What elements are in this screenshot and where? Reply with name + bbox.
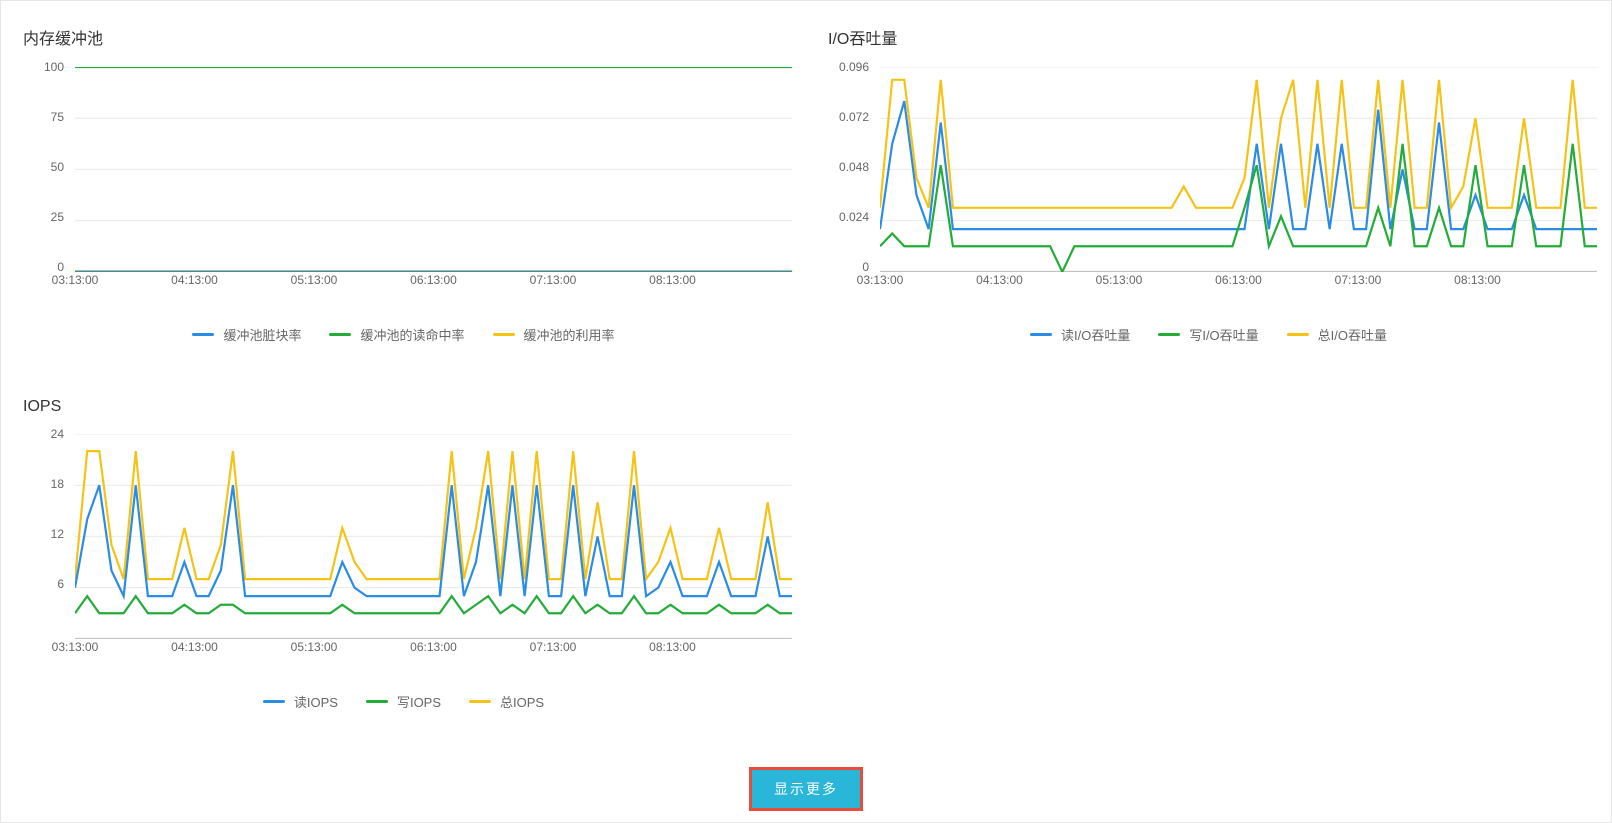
y-tick-label: 0: [862, 260, 869, 274]
series-blue: [880, 101, 1597, 229]
y-tick-label: 24: [51, 427, 64, 441]
legend-swatch-icon: [329, 333, 351, 336]
legend-label: 总IOPS: [500, 692, 544, 711]
show-more-button[interactable]: 显示更多: [752, 770, 860, 808]
legend-item-blue[interactable]: 读I/O吞吐量: [1030, 325, 1130, 344]
x-tick-label: 07:13:00: [530, 640, 577, 654]
panel-title: IOPS: [23, 398, 792, 416]
plot-svg: [75, 434, 792, 639]
x-tick-label: 07:13:00: [530, 273, 577, 287]
legend-item-yellow[interactable]: 缓冲池的利用率: [493, 325, 615, 344]
x-tick-label: 05:13:00: [1096, 273, 1143, 287]
legend: 缓冲池脏块率 缓冲池的读命中率 缓冲池的利用率: [15, 325, 792, 344]
y-tick-label: 18: [51, 477, 64, 491]
panel-title: I/O吞吐量: [828, 25, 1597, 49]
panel-empty: [816, 374, 1601, 711]
y-axis: 6121824: [15, 434, 70, 634]
chart-iops[interactable]: 6121824: [75, 434, 792, 634]
legend-swatch-icon: [1287, 333, 1309, 336]
legend-swatch-icon: [1030, 333, 1052, 336]
x-tick-label: 06:13:00: [1215, 273, 1262, 287]
plot-svg: [75, 67, 792, 272]
legend-swatch-icon: [192, 333, 214, 336]
y-tick-label: 25: [51, 210, 64, 224]
series-yellow: [880, 80, 1597, 208]
x-tick-label: 06:13:00: [410, 273, 457, 287]
legend-label: 缓冲池的利用率: [524, 325, 615, 344]
legend-label: 缓冲池脏块率: [223, 325, 301, 344]
x-axis: 03:13:0004:13:0005:13:0006:13:0007:13:00…: [880, 273, 1597, 295]
legend-item-green[interactable]: 缓冲池的读命中率: [329, 325, 464, 344]
y-tick-label: 0.048: [839, 160, 869, 174]
legend-label: 缓冲池的读命中率: [360, 325, 464, 344]
x-tick-label: 04:13:00: [171, 273, 218, 287]
x-tick-label: 04:13:00: [976, 273, 1023, 287]
y-tick-label: 0.072: [839, 110, 869, 124]
x-axis: 03:13:0004:13:0005:13:0006:13:0007:13:00…: [75, 273, 792, 295]
x-tick-label: 07:13:00: [1335, 273, 1382, 287]
legend-label: 读IOPS: [294, 692, 338, 711]
x-tick-label: 03:13:00: [52, 273, 99, 287]
y-tick-label: 6: [57, 577, 64, 591]
legend-item-yellow[interactable]: 总I/O吞吐量: [1287, 325, 1387, 344]
footer: 显示更多: [1, 770, 1611, 808]
legend-swatch-icon: [366, 700, 388, 703]
legend-swatch-icon: [493, 333, 515, 336]
legend-label: 读I/O吞吐量: [1061, 325, 1130, 344]
panel-iops: IOPS 6121824 03:13:0004:13:0005:13:0006:…: [11, 374, 796, 711]
y-axis: 0255075100: [15, 67, 70, 267]
legend-label: 写IOPS: [397, 692, 441, 711]
y-tick-label: 0.024: [839, 210, 869, 224]
chart-io[interactable]: 00.0240.0480.0720.096: [880, 67, 1597, 267]
x-tick-label: 08:13:00: [649, 273, 696, 287]
legend-item-green[interactable]: 写IOPS: [366, 692, 441, 711]
x-tick-label: 06:13:00: [410, 640, 457, 654]
y-tick-label: 75: [51, 110, 64, 124]
y-tick-label: 100: [44, 60, 64, 74]
y-tick-label: 0: [57, 260, 64, 274]
chart-grid: 内存缓冲池 0255075100 03:13:0004:13:0005:13:0…: [1, 1, 1611, 711]
legend-label: 总I/O吞吐量: [1318, 325, 1387, 344]
legend-item-blue[interactable]: 读IOPS: [263, 692, 338, 711]
dashboard-page: 内存缓冲池 0255075100 03:13:0004:13:0005:13:0…: [0, 0, 1612, 823]
legend-swatch-icon: [469, 700, 491, 703]
x-tick-label: 08:13:00: [1454, 273, 1501, 287]
y-tick-label: 0.096: [839, 60, 869, 74]
y-axis: 00.0240.0480.0720.096: [820, 67, 875, 267]
panel-mem: 内存缓冲池 0255075100 03:13:0004:13:0005:13:0…: [11, 1, 796, 344]
plot-svg: [880, 67, 1597, 272]
panel-title: 内存缓冲池: [23, 25, 792, 49]
series-yellow: [75, 451, 792, 579]
legend: 读IOPS 写IOPS 总IOPS: [15, 692, 792, 711]
x-axis: 03:13:0004:13:0005:13:0006:13:0007:13:00…: [75, 640, 792, 662]
x-tick-label: 03:13:00: [52, 640, 99, 654]
y-tick-label: 12: [51, 527, 64, 541]
x-tick-label: 04:13:00: [171, 640, 218, 654]
chart-mem[interactable]: 0255075100: [75, 67, 792, 267]
series-green: [75, 596, 792, 613]
legend-item-green[interactable]: 写I/O吞吐量: [1158, 325, 1258, 344]
legend-item-yellow[interactable]: 总IOPS: [469, 692, 544, 711]
legend-swatch-icon: [263, 700, 285, 703]
x-tick-label: 05:13:00: [291, 273, 338, 287]
legend: 读I/O吞吐量 写I/O吞吐量 总I/O吞吐量: [820, 325, 1597, 344]
x-tick-label: 03:13:00: [857, 273, 904, 287]
legend-label: 写I/O吞吐量: [1189, 325, 1258, 344]
panel-io: I/O吞吐量 00.0240.0480.0720.096 03:13:0004:…: [816, 1, 1601, 344]
x-tick-label: 08:13:00: [649, 640, 696, 654]
legend-item-blue[interactable]: 缓冲池脏块率: [192, 325, 301, 344]
legend-swatch-icon: [1158, 333, 1180, 336]
x-tick-label: 05:13:00: [291, 640, 338, 654]
y-tick-label: 50: [51, 160, 64, 174]
